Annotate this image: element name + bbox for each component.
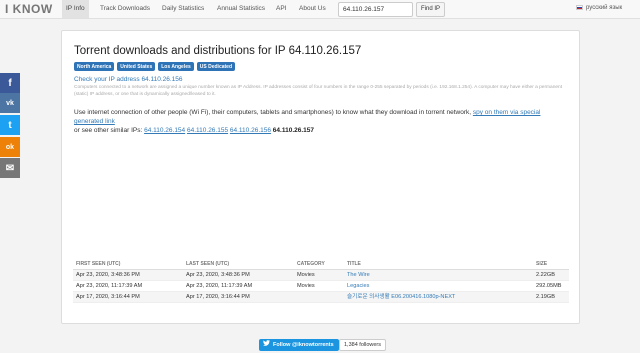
size-cell: 292.05MB	[536, 283, 562, 289]
odnoklassniki-share-button[interactable]: ok	[0, 137, 20, 157]
odnoklassniki-icon: ok	[5, 143, 15, 151]
check-ip-link[interactable]: Check your IP address 64.110.26.156	[74, 76, 183, 83]
russian-flag-icon	[576, 5, 583, 10]
similar-ip-link-2[interactable]: 64.110.26.155	[187, 127, 228, 134]
facebook-share-button[interactable]: f	[0, 73, 20, 93]
last-seen-cell: Apr 17, 2020, 3:16:44 PM	[186, 294, 250, 300]
vk-icon: vk	[6, 99, 14, 107]
table-row: Apr 23, 2020, 11:17:39 AM Apr 23, 2020, …	[73, 281, 569, 292]
vk-share-button[interactable]: vk	[0, 93, 20, 113]
find-ip-button[interactable]: Find IP	[416, 2, 445, 17]
downloads-table: FIRST SEEN (UTC) LAST SEEN (UTC) CATEGOR…	[73, 259, 569, 303]
similar-ip-link-1[interactable]: 64.110.26.154	[144, 127, 185, 134]
size-cell: 2.22GB	[536, 272, 555, 278]
header-category: CATEGORY	[297, 261, 325, 267]
torrent-title-link[interactable]: Legacies	[347, 283, 369, 289]
torrent-title-link[interactable]: The Wire	[347, 272, 370, 278]
badge-continent: North America	[74, 62, 115, 71]
category-cell	[294, 292, 344, 302]
mail-icon: ✉	[5, 162, 15, 174]
first-seen-cell: Apr 17, 2020, 3:16:44 PM	[76, 294, 140, 300]
size-cell: 2.19GB	[536, 294, 555, 300]
page-title: Torrent downloads and distributions for …	[74, 45, 362, 57]
category-cell: Movies	[297, 272, 315, 278]
facebook-icon: f	[8, 77, 12, 89]
header-last-seen: LAST SEEN (UTC)	[186, 261, 230, 267]
first-seen-cell: Apr 23, 2020, 3:48:36 PM	[76, 272, 140, 278]
header-first-seen: FIRST SEEN (UTC)	[76, 261, 121, 267]
email-share-button[interactable]: ✉	[0, 158, 20, 178]
ip-info-panel: Torrent downloads and distributions for …	[61, 30, 580, 324]
table-row: Apr 23, 2020, 3:48:36 PM Apr 23, 2020, 3…	[73, 270, 569, 281]
twitter-bird-icon	[263, 339, 270, 351]
twitter-follower-count[interactable]: 1,384 followers	[339, 339, 386, 351]
twitter-share-button[interactable]: t	[0, 115, 20, 135]
nav-ip-info[interactable]: IP Info	[62, 0, 89, 18]
ip-explanation-text: Computers connected to a network are ass…	[74, 85, 563, 97]
category-cell: Movies	[297, 283, 315, 289]
twitter-follow-label: Follow @iknowtorrents	[273, 342, 334, 348]
header-title: TITLE	[347, 261, 361, 267]
torrent-title-link[interactable]: 슬기로운 의사생활 E06.200416.1080p-NEXT	[347, 294, 455, 300]
nav-annual-statistics[interactable]: Annual Statistics	[213, 0, 269, 18]
last-seen-cell: Apr 23, 2020, 11:17:39 AM	[186, 283, 253, 289]
similar-ips-prefix: or see other similar IPs:	[74, 127, 145, 135]
language-label: русский язык	[586, 5, 623, 11]
nav-about-us[interactable]: About Us	[295, 0, 330, 18]
nav-track-downloads[interactable]: Track Downloads	[96, 0, 154, 18]
badge-country: United States	[117, 62, 156, 71]
badge-isp: US Dedicated	[196, 62, 236, 71]
twitter-follow-button[interactable]: Follow @iknowtorrents	[259, 339, 339, 351]
top-navbar: I KNOW IP Info Track Downloads Daily Sta…	[0, 0, 640, 19]
nav-daily-statistics[interactable]: Daily Statistics	[158, 0, 208, 18]
last-seen-cell: Apr 23, 2020, 3:48:36 PM	[186, 272, 250, 278]
current-ip: 64.110.26.157	[272, 127, 315, 135]
desc-prefix: Use internet connection of other people …	[74, 109, 473, 116]
brand-logo[interactable]: I KNOW	[5, 2, 53, 16]
twitter-icon: t	[8, 119, 12, 131]
table-row: Apr 17, 2020, 3:16:44 PM Apr 17, 2020, 3…	[73, 292, 569, 303]
table-header: FIRST SEEN (UTC) LAST SEEN (UTC) CATEGOR…	[73, 259, 569, 270]
similar-ip-link-3[interactable]: 64.110.26.156	[230, 127, 271, 134]
description-text: Use internet connection of other people …	[74, 108, 569, 135]
language-switcher[interactable]: русский язык	[576, 5, 622, 11]
location-badges: North America United States Los Angeles …	[74, 62, 236, 71]
first-seen-cell: Apr 23, 2020, 11:17:39 AM	[76, 283, 143, 289]
header-size: SIZE	[536, 261, 548, 267]
badge-city: Los Angeles	[158, 62, 194, 71]
ip-search-input[interactable]	[338, 2, 413, 17]
nav-api[interactable]: API	[272, 0, 290, 18]
